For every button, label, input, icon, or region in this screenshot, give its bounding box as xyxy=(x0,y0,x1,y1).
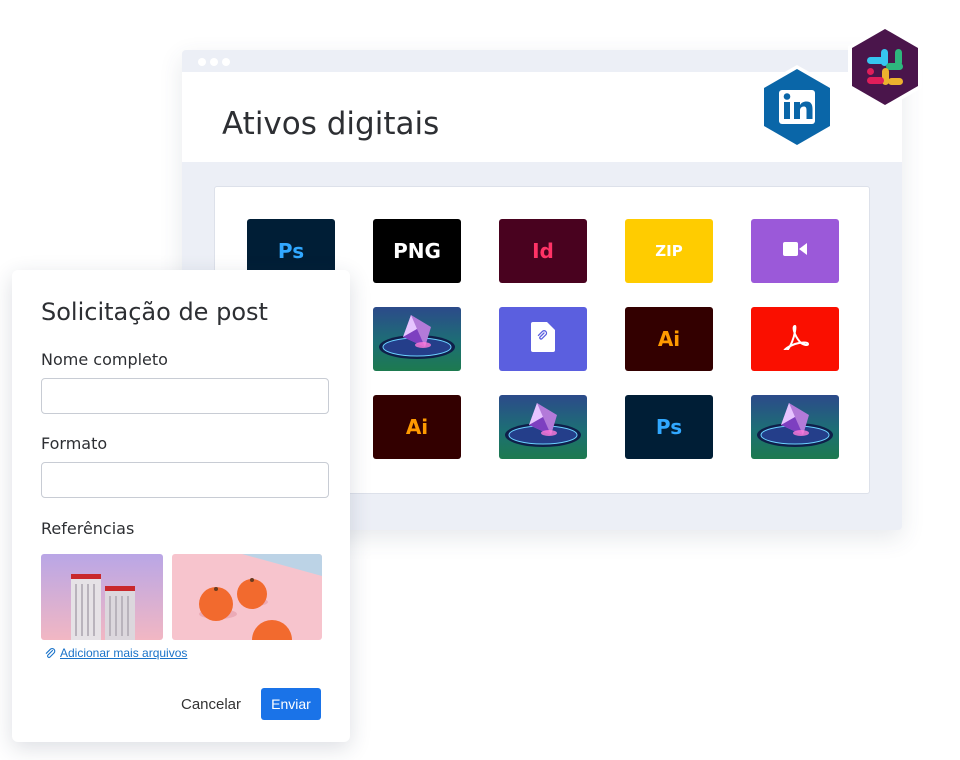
linkedin-badge[interactable] xyxy=(757,62,837,152)
photoshop-icon: Ps xyxy=(277,239,305,263)
page-title: Ativos digitais xyxy=(222,106,440,142)
zip-file-icon: ZIP xyxy=(655,242,683,260)
window-dot xyxy=(210,58,218,66)
form-title: Solicitação de post xyxy=(41,298,268,326)
asset-tile[interactable] xyxy=(751,395,839,459)
cancel-button[interactable]: Cancelar xyxy=(172,688,250,720)
reference-image-fruits[interactable] xyxy=(172,554,322,640)
asset-tile[interactable]: Ai xyxy=(625,307,713,371)
asset-tile[interactable] xyxy=(499,307,587,371)
acrobat-pdf-icon xyxy=(781,324,810,354)
asset-tile[interactable]: ZIP xyxy=(625,219,713,283)
illustrator-icon: Ai xyxy=(405,415,429,439)
attachment-file-icon xyxy=(531,322,555,356)
asset-tile[interactable]: PNG xyxy=(373,219,461,283)
indesign-icon: Id xyxy=(532,239,554,263)
photoshop-icon: Ps xyxy=(655,415,683,439)
image-thumbnail xyxy=(379,315,455,359)
name-field-label: Nome completo xyxy=(41,350,168,369)
format-field-label: Formato xyxy=(41,434,108,453)
slack-badge[interactable] xyxy=(845,22,925,112)
add-files-link[interactable]: Adicionar mais arquivos xyxy=(44,646,187,660)
post-request-form: Solicitação de post Nome completo Format… xyxy=(12,270,350,742)
asset-tile[interactable] xyxy=(751,219,839,283)
asset-tile[interactable]: Ps xyxy=(625,395,713,459)
submit-button[interactable]: Enviar xyxy=(261,688,321,720)
references-label: Referências xyxy=(41,519,135,538)
asset-tile[interactable] xyxy=(751,307,839,371)
png-file-icon: PNG xyxy=(393,239,441,263)
add-files-label[interactable]: Adicionar mais arquivos xyxy=(60,646,187,660)
window-dot xyxy=(198,58,206,66)
asset-tile[interactable] xyxy=(499,395,587,459)
asset-tile[interactable] xyxy=(373,307,461,371)
asset-tile[interactable]: Id xyxy=(499,219,587,283)
asset-tile[interactable]: Ai xyxy=(373,395,461,459)
window-dot xyxy=(222,58,230,66)
linkedin-icon xyxy=(779,90,815,124)
name-field[interactable] xyxy=(41,378,329,414)
image-thumbnail xyxy=(757,403,833,447)
reference-image-buildings[interactable] xyxy=(41,554,163,640)
image-thumbnail xyxy=(505,403,581,447)
video-camera-icon xyxy=(783,241,807,261)
illustrator-icon: Ai xyxy=(657,327,681,351)
paperclip-icon xyxy=(45,648,56,658)
format-field[interactable] xyxy=(41,462,329,498)
